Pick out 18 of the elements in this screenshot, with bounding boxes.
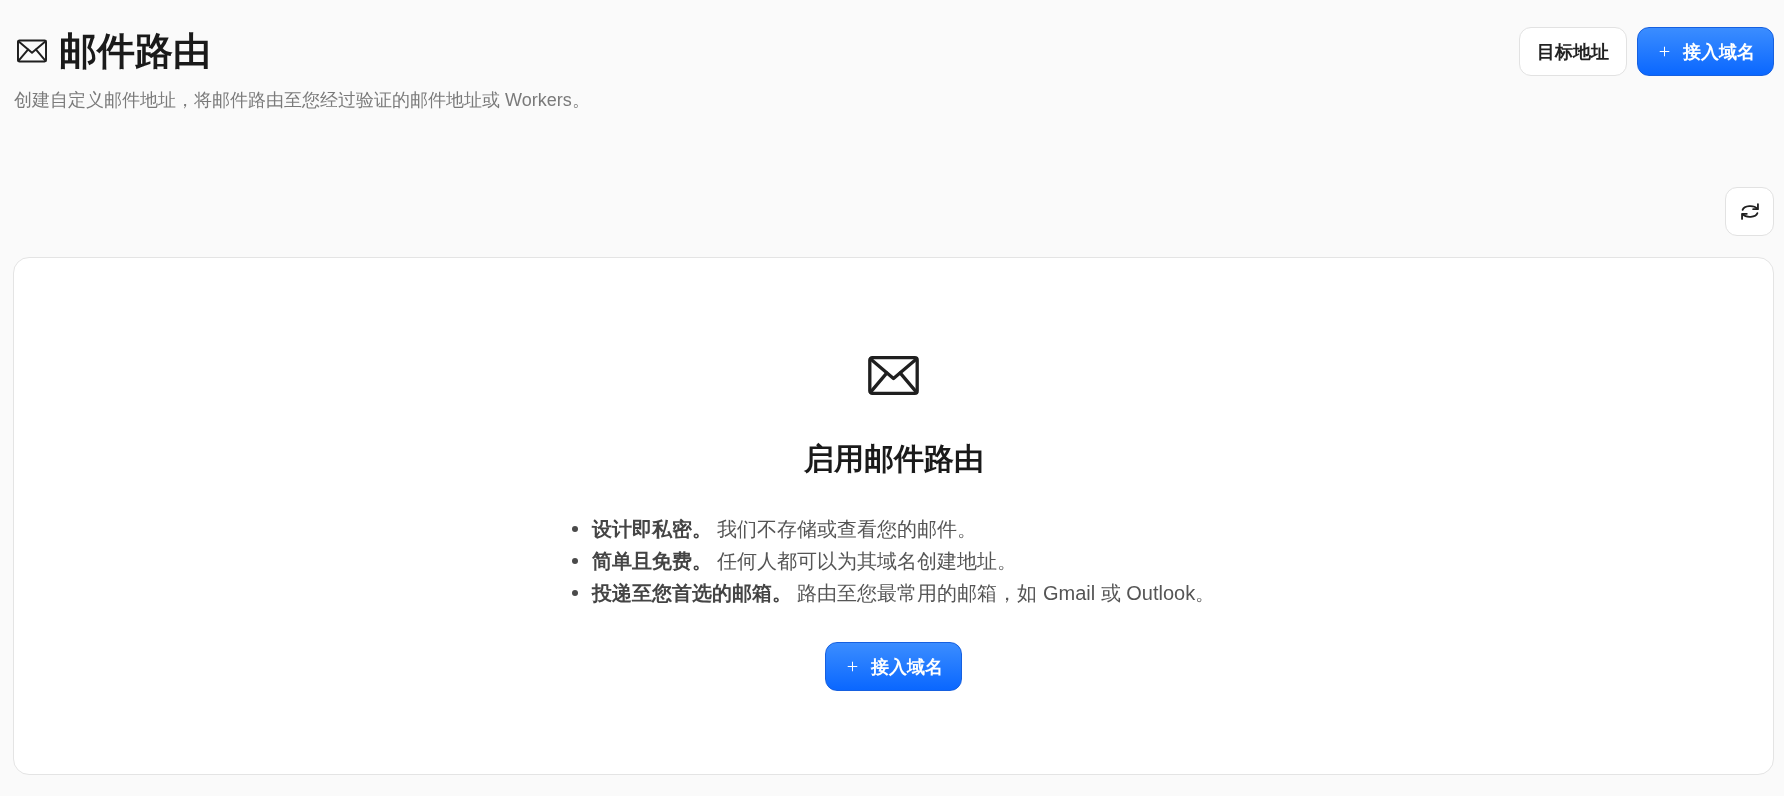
add-domain-button[interactable]: 接入域名 <box>825 642 962 691</box>
add-domain-button[interactable]: 接入域名 <box>1637 27 1774 76</box>
feature-text: 设计即私密。 我们不存储或查看您的邮件。 <box>591 517 978 542</box>
bullet-icon <box>571 526 578 532</box>
page-subtitle: 创建自定义邮件地址，将邮件路由至您经过验证的邮件地址或 Workers。 <box>14 89 590 112</box>
feature-text: 简单且免费。 任何人都可以为其域名创建地址。 <box>591 549 1018 574</box>
feature-text: 投递至您首选的邮箱。 路由至您最常用的邮箱，如 Gmail 或 Outlook。 <box>591 581 1216 606</box>
refresh-button[interactable] <box>1725 187 1774 236</box>
envelope-icon <box>17 39 47 63</box>
plus-icon <box>1657 44 1672 59</box>
bullet-icon <box>571 590 578 596</box>
envelope-icon <box>868 356 919 395</box>
bullet-icon <box>571 558 578 564</box>
refresh-icon <box>1740 203 1759 220</box>
plus-icon <box>845 659 860 674</box>
destination-address-button[interactable]: 目标地址 <box>1519 27 1627 76</box>
empty-state-title: 启用邮件路由 <box>803 441 984 477</box>
page-title: 邮件路由 <box>59 29 211 74</box>
